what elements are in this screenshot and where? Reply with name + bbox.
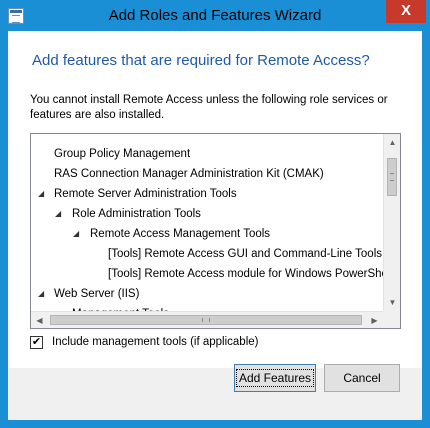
tree-item-label: Web Server (IIS) bbox=[54, 288, 140, 300]
add-features-button[interactable]: Add Features bbox=[234, 364, 316, 392]
collapse-arrow-icon[interactable]: ◢ bbox=[38, 184, 48, 204]
tree-item-label: RAS Connection Manager Administration Ki… bbox=[54, 168, 324, 180]
tree-item-ra-powershell[interactable]: [Tools] Remote Access module for Windows… bbox=[108, 264, 393, 284]
tree-item-label: Remote Server Administration Tools bbox=[54, 188, 237, 200]
collapse-arrow-icon[interactable]: ◢ bbox=[73, 224, 83, 244]
tree-item-rsat[interactable]: ◢ Remote Server Administration Tools bbox=[38, 184, 237, 204]
tree-item-role-admin-tools[interactable]: ◢ Role Administration Tools bbox=[55, 204, 201, 224]
scroll-right-arrow-icon[interactable]: ▶ bbox=[366, 312, 383, 328]
wizard-window: Add Roles and Features Wizard X Add feat… bbox=[0, 0, 430, 428]
dialog-footer: Add Features Cancel bbox=[8, 364, 422, 420]
collapse-arrow-icon[interactable]: ◢ bbox=[38, 284, 48, 304]
dialog-heading: Add features that are required for Remot… bbox=[32, 52, 370, 69]
vertical-scroll-thumb[interactable] bbox=[387, 158, 397, 196]
dialog-client-area: Add features that are required for Remot… bbox=[8, 31, 422, 420]
include-tools-checkbox[interactable]: ✔ bbox=[30, 336, 43, 349]
tree-item-ra-gui-tools[interactable]: [Tools] Remote Access GUI and Command-Li… bbox=[108, 244, 382, 264]
tree-item-remote-access-mgmt[interactable]: ◢ Remote Access Management Tools bbox=[73, 224, 270, 244]
tree-item-label: Remote Access Management Tools bbox=[90, 228, 271, 240]
tree-item-label: [Tools] Remote Access GUI and Command-Li… bbox=[108, 248, 382, 260]
collapse-arrow-icon[interactable]: ◢ bbox=[55, 204, 65, 224]
required-features-tree[interactable]: Group Policy Management RAS Connection M… bbox=[30, 133, 401, 329]
scroll-up-arrow-icon[interactable]: ▲ bbox=[384, 134, 400, 151]
tree-item-cmak[interactable]: RAS Connection Manager Administration Ki… bbox=[54, 164, 324, 184]
dialog-content: Add features that are required for Remot… bbox=[8, 31, 422, 368]
tree-item-label: Role Administration Tools bbox=[72, 208, 201, 220]
scroll-left-arrow-icon[interactable]: ◀ bbox=[31, 312, 48, 328]
tree-item-web-server[interactable]: ◢ Web Server (IIS) bbox=[38, 284, 139, 304]
scrollbar-corner bbox=[383, 311, 400, 328]
horizontal-scroll-thumb[interactable] bbox=[50, 315, 362, 325]
horizontal-scrollbar[interactable]: ◀ ▶ bbox=[31, 311, 383, 328]
tree-item-label: Group Policy Management bbox=[54, 148, 191, 160]
close-button[interactable]: X bbox=[386, 0, 426, 23]
include-tools-label[interactable]: Include management tools (if applicable) bbox=[52, 335, 258, 350]
window-title: Add Roles and Features Wizard bbox=[108, 7, 322, 24]
title-bar[interactable]: Add Roles and Features Wizard X bbox=[0, 0, 430, 33]
add-features-label: Add Features bbox=[235, 369, 315, 387]
cancel-button[interactable]: Cancel bbox=[324, 364, 400, 392]
dialog-description: You cannot install Remote Access unless … bbox=[30, 94, 388, 121]
tree-item-label: [Tools] Remote Access module for Windows… bbox=[108, 268, 394, 280]
scroll-down-arrow-icon[interactable]: ▼ bbox=[384, 294, 400, 311]
vertical-scrollbar[interactable]: ▲ ▼ bbox=[383, 134, 400, 311]
tree-item-group-policy[interactable]: Group Policy Management bbox=[54, 144, 190, 164]
